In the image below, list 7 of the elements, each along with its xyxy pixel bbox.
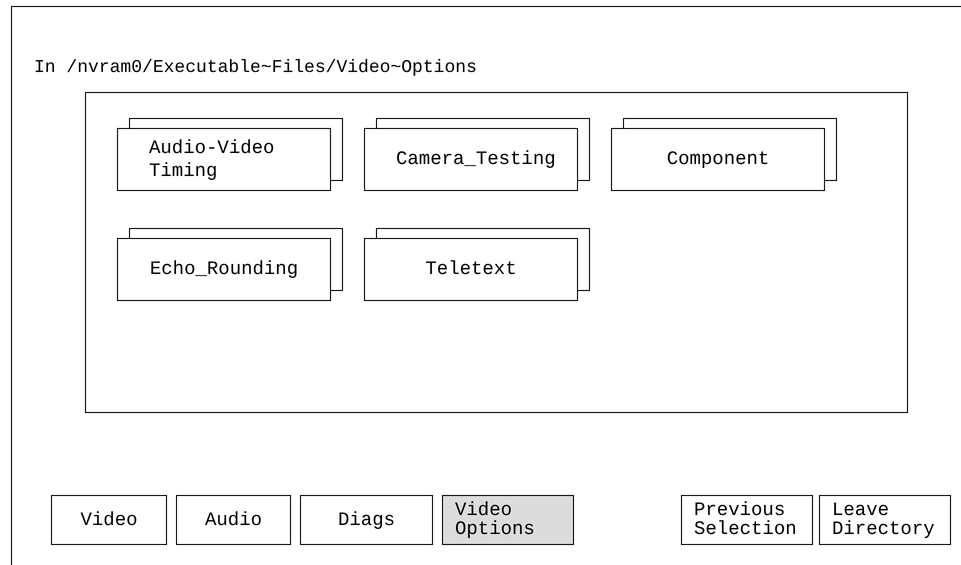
directory-path: In /nvram0/Executable~Files/Video~Options bbox=[34, 57, 477, 80]
menu-button[interactable]: Previous Selection bbox=[681, 495, 813, 545]
menu-button[interactable]: Leave Directory bbox=[819, 495, 951, 545]
menu-button[interactable]: Diags bbox=[300, 495, 433, 545]
menu-button[interactable]: Audio bbox=[176, 495, 291, 545]
menu-button[interactable]: Video Options bbox=[442, 495, 574, 545]
menu-button[interactable]: Video bbox=[51, 495, 167, 545]
